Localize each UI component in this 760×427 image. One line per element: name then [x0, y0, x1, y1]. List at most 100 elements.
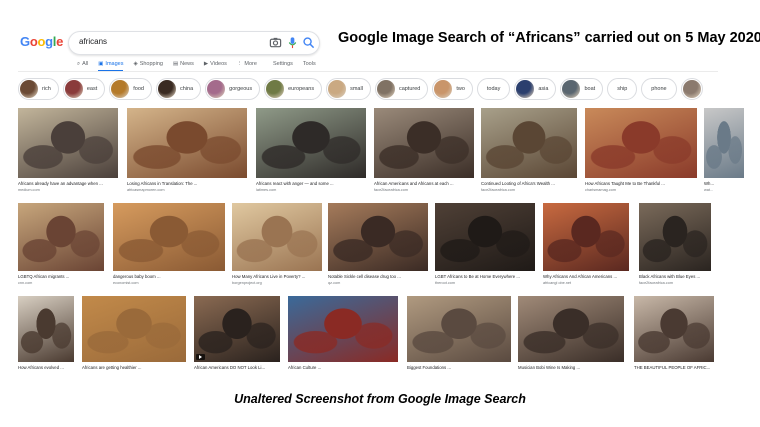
chip-phone[interactable]: phone — [641, 78, 677, 100]
result-thumbnail[interactable] — [18, 203, 104, 271]
result-thumbnail[interactable] — [232, 203, 322, 271]
image-result[interactable]: African Culture ... — [288, 296, 398, 384]
image-result[interactable]: Black Africans with Blue Eyes ... face2fa… — [639, 203, 711, 293]
image-result[interactable]: Africans are getting healthier ... — [82, 296, 186, 384]
result-thumbnail[interactable] — [518, 296, 624, 362]
result-caption[interactable]: Africans already have an advantage when … — [18, 181, 118, 186]
result-caption[interactable]: African Americans DO NOT Look Li... — [194, 365, 280, 370]
result-thumbnail[interactable] — [328, 203, 428, 271]
chip-china[interactable]: china — [156, 78, 202, 100]
chip-label: rich — [42, 86, 51, 92]
result-caption[interactable]: THE BEAUTIFUL PEOPLE OF AFRIC... — [634, 365, 714, 370]
result-thumbnail[interactable] — [113, 203, 225, 271]
image-result[interactable]: How Africans evolved ... — [18, 296, 74, 384]
result-caption[interactable]: LGBTQ African migrants ... — [18, 274, 104, 279]
result-thumbnail[interactable] — [704, 108, 744, 178]
result-caption[interactable]: How Many Africans Live in Poverty? ... — [232, 274, 322, 279]
result-thumbnail[interactable] — [194, 296, 280, 362]
chip-gorgeous[interactable]: gorgeous — [205, 78, 261, 100]
image-result[interactable]: African Americans and Africans at each .… — [374, 108, 474, 200]
result-caption[interactable]: How Africans Taught Me to Be Thankful ..… — [585, 181, 697, 186]
chip-boat[interactable]: boat — [560, 78, 604, 100]
chip-europeans[interactable]: europeans — [264, 78, 323, 100]
tab-all[interactable]: ⌕ All — [77, 58, 88, 70]
result-thumbnail[interactable] — [256, 108, 366, 178]
result-caption[interactable]: dangerous baby boom ... — [113, 274, 225, 279]
chip-ship[interactable]: ship — [607, 78, 638, 100]
result-thumbnail[interactable] — [288, 296, 398, 362]
chip-captured[interactable]: captured — [374, 78, 429, 100]
result-caption[interactable]: Africans react with anger — and some ... — [256, 181, 366, 186]
search-icon: ⌕ — [77, 60, 81, 67]
tab-more[interactable]: ⋮ More — [237, 58, 257, 70]
image-result[interactable]: Losing Africans in Translation: The ... a… — [127, 108, 247, 200]
result-caption[interactable]: LGBT Africans to Be at Home Everywhere .… — [435, 274, 535, 279]
chip-food[interactable]: food — [109, 78, 152, 100]
result-thumbnail[interactable] — [18, 108, 118, 178]
image-result[interactable]: LGBT Africans to Be at Home Everywhere .… — [435, 203, 535, 293]
chip-rich[interactable]: rich — [18, 78, 59, 100]
tools-link[interactable]: Tools — [303, 61, 316, 67]
result-thumbnail[interactable] — [639, 203, 711, 271]
result-thumbnail[interactable] — [435, 203, 535, 271]
result-thumbnail[interactable] — [543, 203, 629, 271]
result-caption[interactable]: Biggest Foundations ... — [407, 365, 511, 370]
image-result[interactable]: African Americans DO NOT Look Li... — [194, 296, 280, 384]
chip-east[interactable]: east — [62, 78, 106, 100]
chip-thumbnail — [376, 80, 395, 98]
image-result[interactable]: Continued Looting of Africa's Wealth ...… — [481, 108, 577, 200]
result-caption[interactable]: Black Africans with Blue Eyes ... — [639, 274, 711, 279]
google-logo[interactable]: Google — [20, 34, 63, 49]
microphone-icon[interactable] — [286, 36, 299, 49]
image-result[interactable]: Africans react with anger — and some ...… — [256, 108, 366, 200]
tab-images[interactable]: ▣ Images — [98, 58, 124, 71]
tab-shopping[interactable]: ◈ Shopping — [133, 58, 162, 70]
image-result[interactable]: How Many Africans Live in Poverty? ... bo… — [232, 203, 322, 293]
image-result[interactable]: Musician Bobi Wine Is Making ... — [518, 296, 624, 384]
result-thumbnail[interactable] — [634, 296, 714, 362]
result-thumbnail[interactable] — [82, 296, 186, 362]
chip-today[interactable]: today — [476, 78, 511, 100]
tab-label: All — [82, 61, 89, 67]
image-result[interactable]: Why Africans And African Americans ... af… — [543, 203, 629, 293]
result-caption[interactable]: Africans are getting healthier ... — [82, 365, 186, 370]
result-thumbnail[interactable] — [481, 108, 577, 178]
result-caption[interactable]: African Americans and Africans at each .… — [374, 181, 474, 186]
result-caption[interactable]: Continued Looting of Africa's Wealth ... — [481, 181, 577, 186]
image-result[interactable]: THE BEAUTIFUL PEOPLE OF AFRIC... — [634, 296, 714, 384]
result-caption[interactable]: African Culture ... — [288, 365, 398, 370]
search-icon[interactable] — [302, 36, 315, 49]
image-result[interactable]: How Africans Taught Me to Be Thankful ..… — [585, 108, 697, 200]
search-box[interactable]: africans — [68, 31, 320, 55]
result-caption[interactable]: Losing Africans in Translation: The ... — [127, 181, 247, 186]
result-thumbnail[interactable] — [374, 108, 474, 178]
settings-link[interactable]: Settings — [273, 61, 293, 67]
result-thumbnail[interactable] — [407, 296, 511, 362]
result-caption[interactable]: Wh... — [704, 181, 744, 186]
result-caption[interactable]: Notable Sickle cell disease drug too ... — [328, 274, 428, 279]
result-thumbnail[interactable] — [18, 296, 74, 362]
image-result[interactable]: Wh... wat... — [704, 108, 744, 200]
chip-thumbnail — [111, 80, 130, 98]
image-result[interactable]: Notable Sickle cell disease drug too ...… — [328, 203, 428, 293]
image-result[interactable]: Biggest Foundations ... — [407, 296, 511, 384]
tab-news[interactable]: ▤ News — [173, 58, 194, 70]
result-caption[interactable]: Why Africans And African Americans ... — [543, 274, 629, 279]
result-thumbnail[interactable] — [127, 108, 247, 178]
chip-asia[interactable]: asia — [514, 78, 557, 100]
chip-small[interactable]: small — [326, 78, 371, 100]
result-thumbnail[interactable] — [585, 108, 697, 178]
result-caption[interactable]: How Africans evolved ... — [18, 365, 74, 370]
camera-icon[interactable] — [269, 36, 282, 49]
tab-videos[interactable]: ▶ Videos — [204, 58, 227, 70]
image-result[interactable]: LGBTQ African migrants ... cnn.com — [18, 203, 104, 293]
image-result[interactable]: dangerous baby boom ... economist.com — [113, 203, 225, 293]
result-source: qz.com — [328, 281, 341, 285]
search-input[interactable]: africans — [79, 37, 107, 46]
tab-label: News — [180, 61, 194, 67]
chip-two[interactable]: two — [432, 78, 473, 100]
search-tabs: ⌕ All ▣ Images ◈ Shopping ▤ News ▶ Videos ⋮ More — [77, 58, 257, 71]
logo-letter: o — [29, 34, 38, 49]
result-caption[interactable]: Musician Bobi Wine Is Making ... — [518, 365, 624, 370]
image-result[interactable]: Africans already have an advantage when … — [18, 108, 118, 200]
